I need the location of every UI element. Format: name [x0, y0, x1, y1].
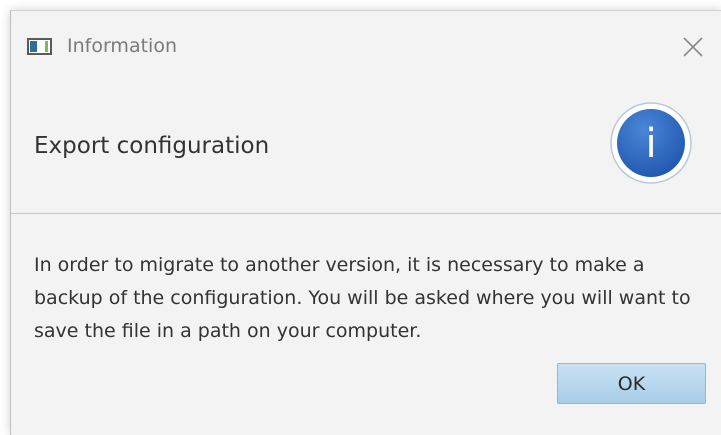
header-text: Export configuration — [34, 133, 270, 159]
close-button[interactable] — [679, 33, 707, 61]
window-title: Information — [67, 35, 177, 57]
info-icon-glyph: i — [645, 121, 656, 167]
information-dialog: Information Export configuration i In or… — [10, 10, 721, 435]
ok-button[interactable]: OK — [557, 363, 706, 404]
info-icon: i — [610, 102, 692, 184]
message-text: In order to migrate to another version, … — [34, 254, 691, 342]
dialog-header: Export configuration i — [11, 81, 721, 214]
java-app-icon — [27, 38, 52, 55]
close-icon — [683, 37, 703, 57]
title-bar[interactable]: Information — [11, 11, 721, 81]
